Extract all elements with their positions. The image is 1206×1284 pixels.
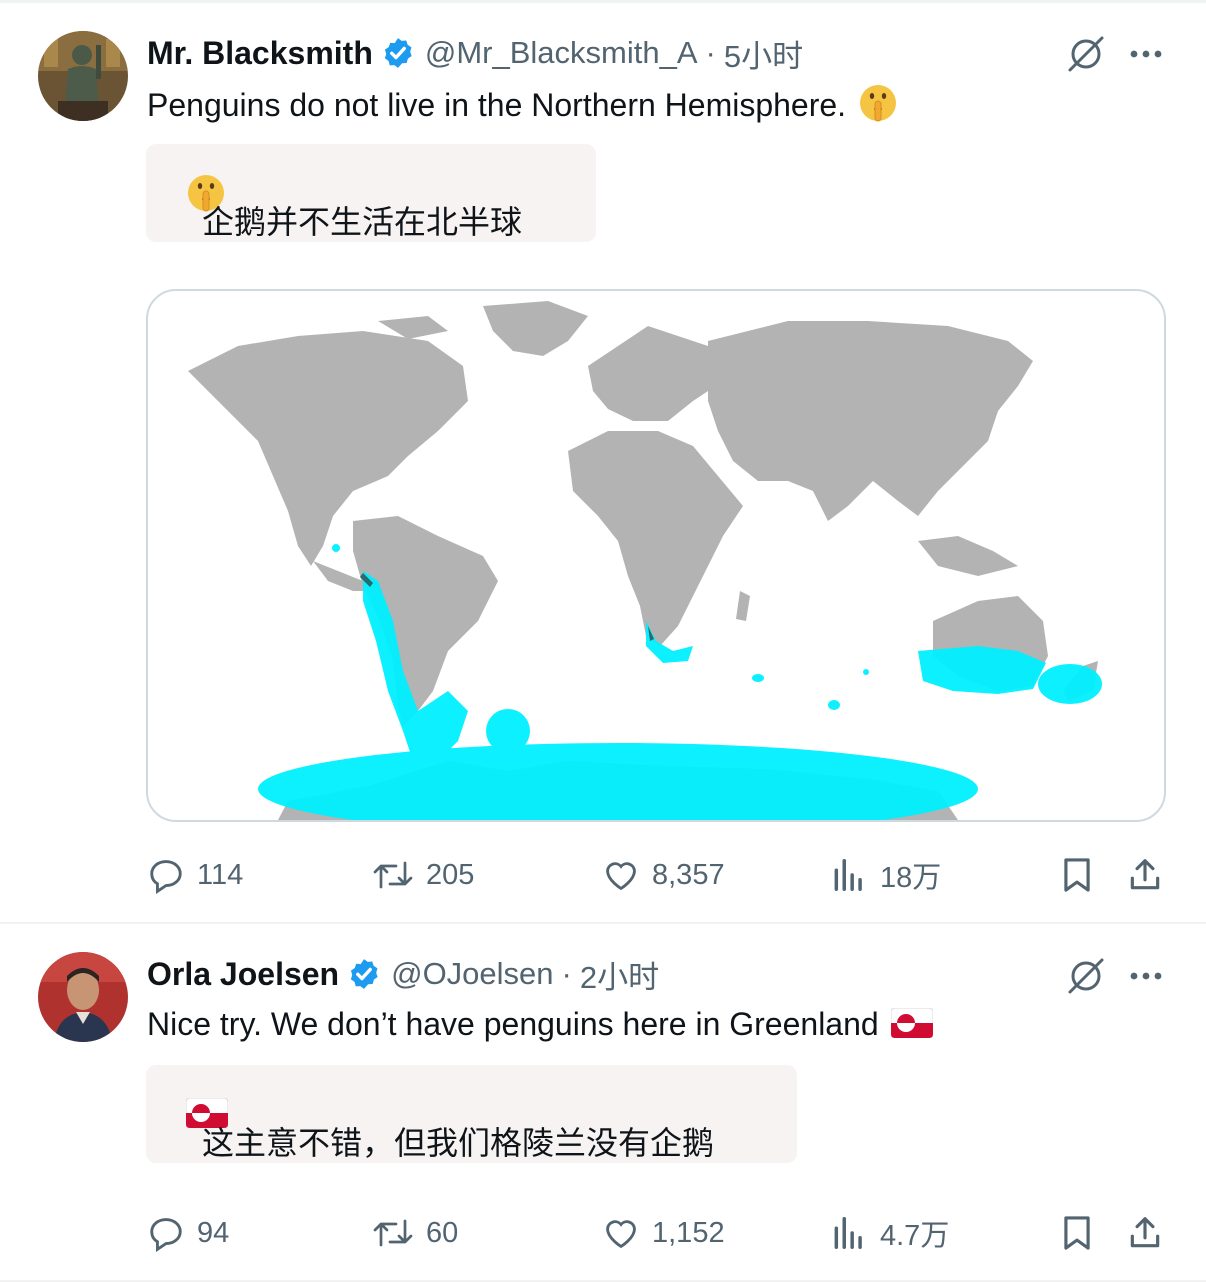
like-count: 8,357 — [652, 858, 725, 891]
author-handle[interactable]: @Mr_Blacksmith_A — [425, 35, 698, 71]
heart-icon — [606, 862, 636, 891]
tweet-text-content: Penguins do not live in the Northern Hem… — [147, 87, 847, 123]
grok-icon[interactable] — [1066, 956, 1106, 996]
bookmark-icon — [1064, 1216, 1090, 1250]
translation-text: 这主意不错，但我们格陵兰没有企鹅 — [174, 1094, 714, 1161]
translation-box: 这主意不错，但我们格陵兰没有企鹅 — [146, 1065, 797, 1163]
share-icon — [1130, 1217, 1160, 1248]
reply-button[interactable]: 94 — [147, 1208, 229, 1258]
timestamp[interactable]: 5小时 — [724, 31, 803, 76]
heart-icon — [606, 1220, 636, 1249]
separator-dot: · — [561, 956, 572, 991]
more-options-icon[interactable] — [1126, 34, 1166, 74]
translation-content: 这主意不错，但我们格陵兰没有企鹅 — [202, 1125, 715, 1161]
share-button[interactable] — [1126, 850, 1176, 900]
avatar-statue-image — [38, 31, 128, 121]
repost-icon — [373, 1219, 413, 1247]
tweet-text-content: Nice try. We don’t have penguins here in… — [147, 1006, 879, 1042]
repost-icon — [373, 861, 413, 889]
reply-button[interactable]: 114 — [147, 850, 243, 900]
tweet-text: Penguins do not live in the Northern Hem… — [147, 83, 898, 125]
translation-content: 企鹅并不生活在北半球 — [202, 204, 523, 240]
tweet-media-map[interactable] — [146, 289, 1166, 822]
shushing-face-emoji-icon — [860, 85, 897, 122]
reply-count: 114 — [197, 858, 244, 891]
repost-count: 60 — [426, 1216, 459, 1249]
repost-button[interactable]: 205 — [372, 850, 474, 900]
like-count: 1,152 — [652, 1216, 725, 1249]
tweet-header: Mr. Blacksmith @Mr_Blacksmith_A · 5小时 — [147, 31, 803, 75]
views-button[interactable]: 18万 — [830, 850, 941, 900]
author-name[interactable]: Mr. Blacksmith — [147, 35, 373, 72]
like-button[interactable]: 8,357 — [602, 850, 725, 900]
separator-dot: · — [705, 35, 716, 70]
tweet-2[interactable]: Orla Joelsen @OJoelsen · 2小时 Nice try. W… — [0, 924, 1206, 1280]
share-icon — [1130, 859, 1160, 890]
author-handle[interactable]: @OJoelsen — [391, 956, 553, 992]
timestamp[interactable]: 2小时 — [580, 952, 659, 997]
views-count: 18万 — [880, 862, 942, 894]
verified-badge-icon — [350, 959, 378, 989]
share-button[interactable] — [1126, 1208, 1176, 1258]
verified-badge-icon — [384, 38, 412, 68]
avatar[interactable] — [38, 31, 128, 121]
avatar-portrait-image — [38, 952, 128, 1042]
tweet-header: Orla Joelsen @OJoelsen · 2小时 — [147, 952, 659, 996]
greenland-flag-icon — [890, 1008, 933, 1038]
reply-icon — [150, 860, 182, 894]
tweet-1[interactable]: Mr. Blacksmith @Mr_Blacksmith_A · 5小时 Pe… — [0, 0, 1206, 922]
views-button[interactable]: 4.7万 — [830, 1208, 949, 1258]
views-count: 4.7万 — [880, 1220, 950, 1252]
tweet-actions: 114 205 8,357 18万 — [0, 850, 1206, 900]
views-chart-icon — [834, 1217, 862, 1249]
tweet-actions: 94 60 1,152 4.7万 — [0, 1208, 1206, 1258]
bookmark-icon — [1064, 858, 1090, 892]
bookmark-button[interactable] — [1058, 850, 1108, 900]
translation-box: 企鹅并不生活在北半球 — [146, 144, 596, 242]
like-button[interactable]: 1,152 — [602, 1208, 725, 1258]
author-name[interactable]: Orla Joelsen — [147, 956, 339, 993]
repost-button[interactable]: 60 — [372, 1208, 458, 1258]
views-chart-icon — [834, 859, 862, 891]
land-masses — [188, 301, 1098, 820]
repost-count: 205 — [426, 858, 475, 891]
avatar[interactable] — [38, 952, 128, 1042]
tweet-text: Nice try. We don’t have penguins here in… — [147, 1004, 933, 1044]
grok-icon[interactable] — [1066, 34, 1106, 74]
world-map-image — [188, 301, 1102, 820]
reply-icon — [150, 1218, 182, 1252]
more-options-icon[interactable] — [1126, 956, 1166, 996]
bookmark-button[interactable] — [1058, 1208, 1108, 1258]
translation-text: 企鹅并不生活在北半球 — [174, 173, 522, 240]
reply-count: 94 — [197, 1216, 230, 1249]
bottom-divider — [0, 1280, 1206, 1282]
